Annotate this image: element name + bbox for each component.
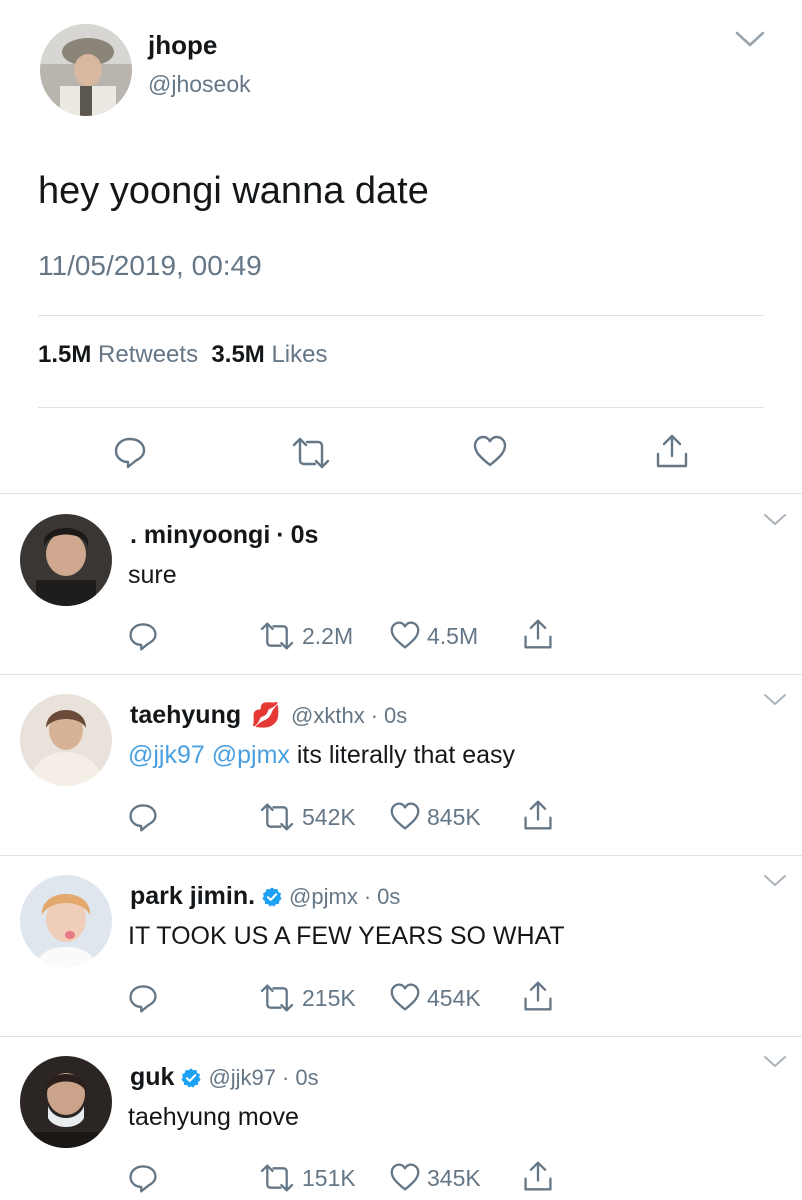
divider	[38, 407, 764, 408]
tweet-text: hey yoongi wanna date	[38, 170, 429, 212]
reply-icon[interactable]	[127, 801, 159, 838]
like-icon[interactable]	[389, 982, 421, 1017]
share-icon[interactable]	[522, 617, 554, 656]
reply-time: 0s	[384, 702, 408, 728]
reply-header: . minyoongi · 0s	[130, 521, 318, 550]
separator-dot: ·	[370, 702, 379, 728]
retweet-icon[interactable]	[290, 436, 332, 475]
retweet-icon[interactable]	[258, 1163, 296, 1198]
reply-time: 0s	[290, 521, 319, 549]
like-icon[interactable]	[389, 801, 421, 836]
likes-label[interactable]: Likes	[271, 341, 327, 368]
divider	[38, 315, 764, 316]
tweet-timestamp: 11/05/2019, 00:49	[38, 250, 262, 281]
reply-text: taehyung move	[128, 1103, 299, 1131]
reply-text: IT TOOK US A FEW YEARS SO WHAT	[128, 922, 565, 950]
avatar[interactable]	[20, 514, 112, 606]
avatar[interactable]	[40, 24, 132, 116]
retweet-count: 542K	[302, 804, 356, 830]
retweet-count: 2.2M	[302, 623, 354, 649]
reply-author-handle[interactable]: @xkthx	[291, 703, 365, 729]
chevron-down-icon[interactable]	[763, 693, 787, 712]
chevron-down-icon[interactable]	[763, 513, 787, 532]
divider	[0, 674, 802, 675]
reply-time: 0s	[377, 883, 401, 909]
chevron-down-icon[interactable]	[735, 30, 765, 53]
reply-text-body: its literally that easy	[296, 741, 516, 769]
retweet-count: 151K	[302, 1165, 356, 1191]
like-icon[interactable]	[472, 434, 508, 473]
retweet-icon[interactable]	[258, 621, 296, 656]
avatar[interactable]	[20, 694, 112, 786]
retweets-count[interactable]: 1.5M	[38, 341, 91, 368]
reply-author-name[interactable]: park jimin.	[130, 882, 255, 911]
share-icon[interactable]	[522, 979, 554, 1018]
reply-header: park jimin. @pjmx · 0s	[130, 882, 400, 911]
share-icon[interactable]	[522, 798, 554, 837]
reply-header: taehyung 💋 @xkthx · 0s	[130, 701, 407, 730]
chevron-down-icon[interactable]	[763, 874, 787, 893]
separator-dot: ·	[282, 1064, 290, 1090]
chevron-down-icon[interactable]	[763, 1055, 787, 1074]
reply-author-handle[interactable]: @pjmx	[289, 884, 358, 910]
share-icon[interactable]	[654, 432, 690, 475]
like-count: 345K	[427, 1165, 481, 1191]
retweet-icon[interactable]	[258, 802, 296, 837]
avatar[interactable]	[20, 875, 112, 967]
retweets-label[interactable]: Retweets	[98, 341, 198, 368]
like-count: 4.5M	[427, 623, 479, 649]
reply-text: sure	[128, 561, 177, 589]
retweet-count: 215K	[302, 985, 356, 1011]
author-handle[interactable]: @jhoseok	[148, 71, 251, 98]
reply-author-name[interactable]: . minyoongi	[130, 521, 270, 550]
reply-author-name[interactable]: taehyung	[130, 701, 241, 730]
verified-badge-icon	[261, 886, 283, 908]
avatar[interactable]	[20, 1056, 112, 1148]
reply-author-handle[interactable]: @jjk97	[208, 1065, 276, 1091]
author-name[interactable]: jhope	[148, 30, 217, 61]
reply-author-name[interactable]: guk	[130, 1063, 174, 1092]
tweet-stats: 1.5M Retweets 3.5M Likes	[38, 341, 327, 369]
divider	[0, 493, 802, 494]
reply-icon[interactable]	[127, 1162, 159, 1199]
like-icon[interactable]	[389, 1162, 421, 1197]
retweet-icon[interactable]	[258, 983, 296, 1018]
divider	[0, 855, 802, 856]
kiss-emoji: 💋	[251, 702, 282, 729]
like-count: 454K	[427, 985, 481, 1011]
mention-link[interactable]: @jjk97	[128, 741, 205, 769]
reply-icon[interactable]	[127, 620, 159, 657]
share-icon[interactable]	[522, 1159, 554, 1198]
like-count: 845K	[427, 804, 481, 830]
reply-text: @jjk97 @pjmx its literally that easy	[128, 741, 515, 770]
reply-header: guk @jjk97 · 0s	[130, 1063, 319, 1092]
divider	[0, 1036, 802, 1037]
reply-icon[interactable]	[112, 434, 148, 475]
reply-time: 0s	[295, 1064, 319, 1090]
like-icon[interactable]	[389, 620, 421, 655]
separator-dot: ·	[276, 521, 285, 549]
verified-badge-icon	[180, 1067, 202, 1089]
separator-dot: ·	[363, 883, 372, 909]
likes-count[interactable]: 3.5M	[211, 341, 264, 368]
reply-icon[interactable]	[127, 982, 159, 1019]
mention-link[interactable]: @pjmx	[212, 741, 290, 769]
